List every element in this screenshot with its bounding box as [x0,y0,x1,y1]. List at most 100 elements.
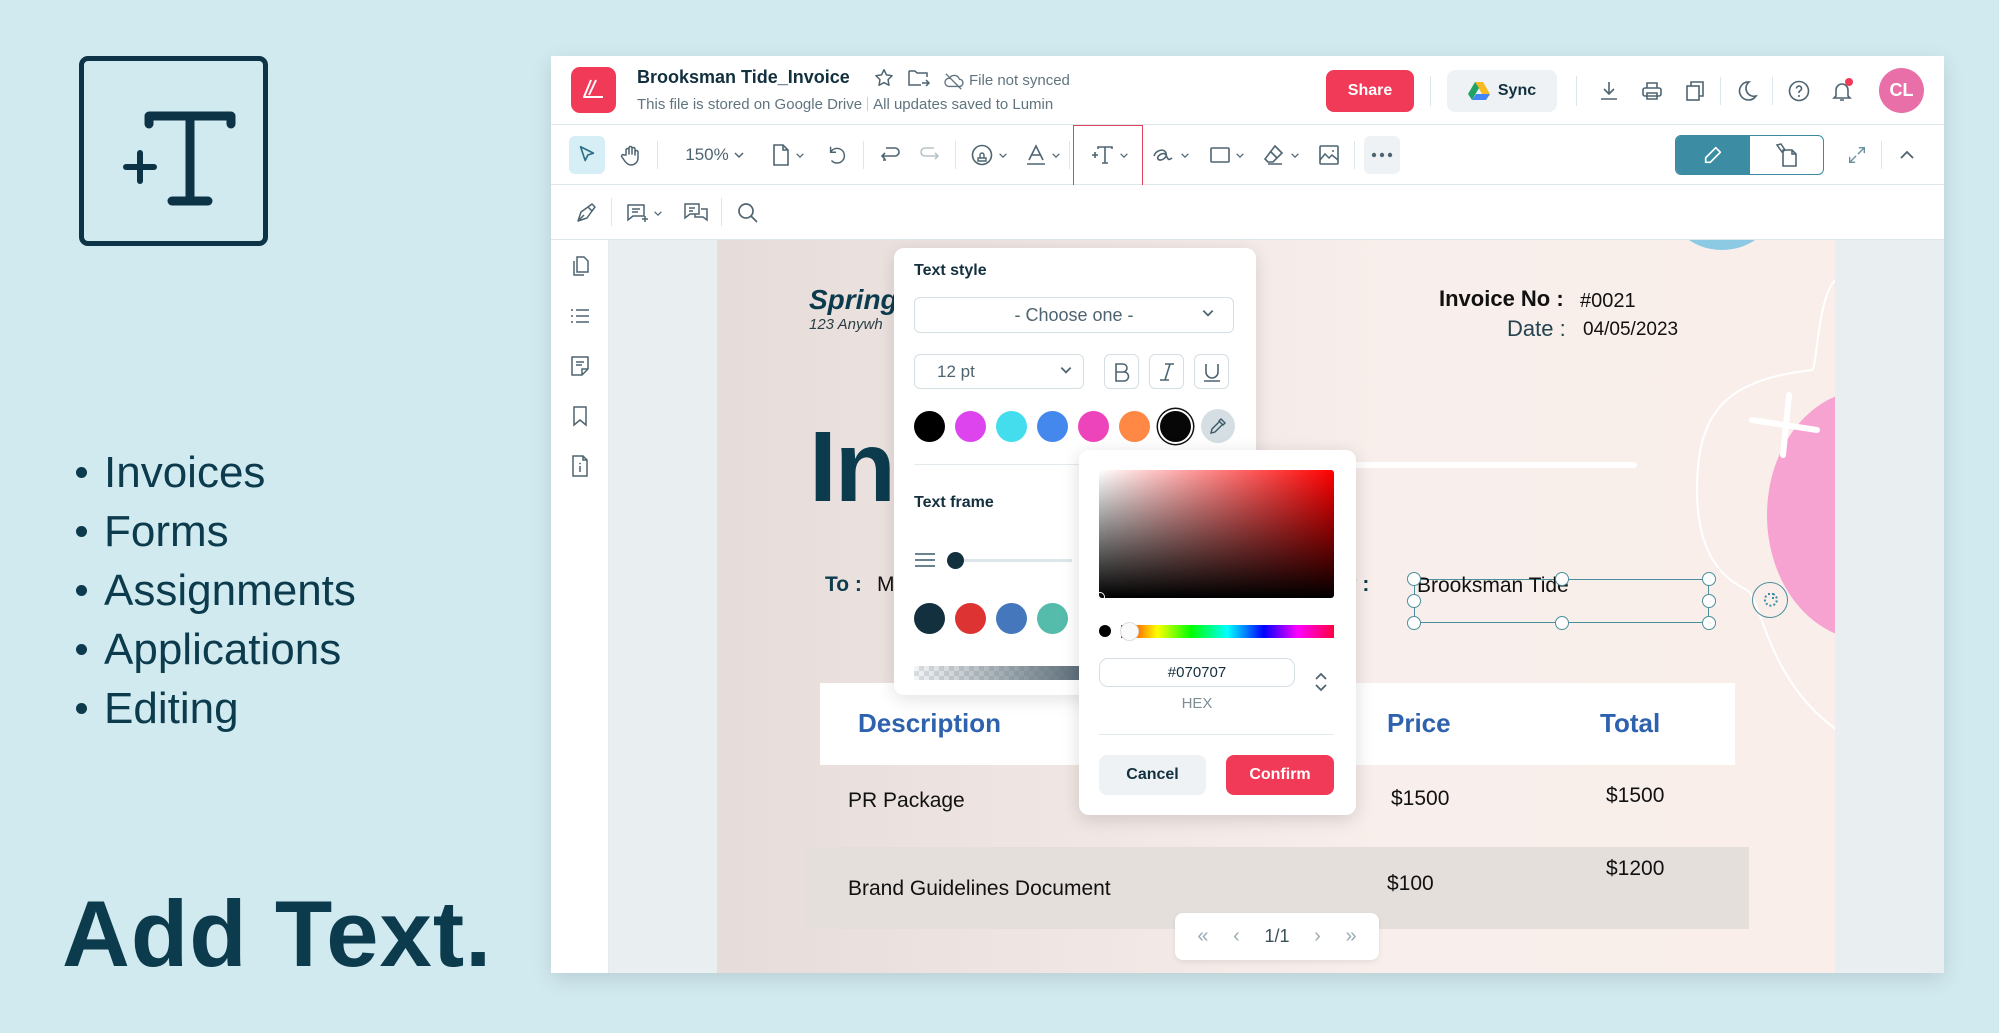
frame-color-swatch[interactable] [914,603,945,634]
resize-handle[interactable] [1555,572,1569,586]
color-swatch[interactable] [1119,411,1150,442]
collapse-toolbar-button[interactable] [1891,136,1923,174]
color-mode-label: HEX [1181,695,1213,712]
color-swatch[interactable] [1037,411,1068,442]
zoom-dropdown[interactable]: 150% [677,136,753,174]
font-size-select[interactable]: 12 pt [914,354,1084,389]
print-icon[interactable] [1634,73,1670,109]
undo-button[interactable] [873,136,907,174]
frame-thickness-slider[interactable] [947,552,964,569]
rotate-button[interactable] [821,136,853,174]
saturation-value-area[interactable] [1095,470,1334,602]
color-swatch[interactable] [996,411,1027,442]
chevron-down-icon [1291,152,1299,158]
text-box-content[interactable]: Brooksman Tide [1417,574,1569,598]
star-icon[interactable] [873,67,895,94]
file-info-icon[interactable] [568,454,592,478]
text-style-select[interactable]: - Choose one - [914,297,1234,333]
more-tools-button[interactable] [1364,136,1400,174]
confirm-button[interactable]: Confirm [1226,755,1334,795]
frame-thickness-track[interactable] [952,559,1072,562]
resize-handle[interactable] [1407,594,1421,608]
text-box-selected[interactable]: Brooksman Tide [1407,572,1716,630]
edit-mode-button[interactable] [1676,136,1750,174]
sign-tool[interactable] [569,194,603,232]
eraser-tool[interactable] [1259,136,1303,174]
eyedropper-icon [1210,418,1226,434]
color-swatch[interactable] [955,411,986,442]
select-tool[interactable] [569,136,605,174]
hue-slider-thumb[interactable] [1120,622,1139,641]
pan-tool[interactable] [613,136,649,174]
redo-button[interactable] [913,136,947,174]
share-button[interactable]: Share [1326,70,1414,112]
frame-color-swatch[interactable] [996,603,1027,634]
comments-panel-button[interactable] [679,194,713,232]
to-label: To : [825,573,862,596]
edit-document-mode-button[interactable] [1750,136,1824,174]
download-icon[interactable] [1591,73,1627,109]
shape-tool[interactable] [1205,136,1249,174]
resize-handle[interactable] [1407,616,1421,630]
color-cursor[interactable] [1095,592,1105,602]
underline-button[interactable] [1194,354,1229,389]
italic-button[interactable] [1149,354,1184,389]
color-swatch[interactable] [1160,411,1191,442]
cancel-button[interactable]: Cancel [1099,755,1206,795]
bell-icon[interactable] [1824,73,1860,109]
dark-mode-icon[interactable] [1729,73,1765,109]
outline-icon[interactable] [568,304,592,328]
row-description: PR Package [848,789,965,812]
first-page-button[interactable]: « [1197,925,1208,948]
pages-icon[interactable] [568,254,592,278]
copy-icon[interactable] [1677,73,1713,109]
image-tool[interactable] [1313,136,1345,174]
chevron-down-icon [796,152,804,158]
hand-icon [620,145,639,166]
divider [1069,141,1070,169]
add-text-tool[interactable] [1081,136,1137,174]
eyedropper-button[interactable] [1201,409,1235,443]
hue-slider[interactable] [1121,625,1334,638]
text-color-tool[interactable] [1021,136,1065,174]
avatar[interactable]: CL [1879,68,1924,113]
bold-button[interactable] [1104,354,1139,389]
resize-handle[interactable] [1702,616,1716,630]
previous-page-button[interactable]: ‹ [1233,925,1240,948]
color-swatch[interactable] [1078,411,1109,442]
search-button[interactable] [731,194,765,232]
frame-color-swatch[interactable] [1037,603,1068,634]
frame-opacity-slider[interactable] [914,666,1084,680]
bookmark-icon[interactable] [568,404,592,428]
color-swatch[interactable] [914,411,945,442]
resize-handle[interactable] [1702,572,1716,586]
expand-icon [1848,146,1866,164]
next-page-button[interactable]: › [1314,925,1321,948]
resize-handle[interactable] [1555,616,1569,630]
move-folder-icon[interactable] [907,67,931,94]
sync-button[interactable]: Sync [1447,70,1557,112]
frame-color-swatch[interactable] [955,603,986,634]
notes-icon[interactable] [568,354,592,378]
edit-document-icon [1775,143,1798,167]
fullscreen-button[interactable] [1841,136,1873,174]
help-icon[interactable] [1781,73,1817,109]
rotate-handle[interactable] [1752,582,1788,618]
hex-input[interactable] [1099,658,1295,687]
add-comment-tool[interactable] [621,194,667,232]
lumin-logo[interactable] [571,67,616,113]
resize-handle[interactable] [1702,594,1716,608]
divider [1881,141,1882,169]
stamp-tool[interactable] [965,136,1013,174]
page-tool[interactable] [765,136,811,174]
company-name: Spring [809,284,898,315]
feature-list: Invoices Forms Assignments Applications … [72,443,356,738]
color-mode-stepper[interactable] [1314,672,1328,692]
page-indicator: 1/1 [1264,926,1290,946]
signature-tool[interactable] [1149,136,1193,174]
text-frame-heading: Text frame [914,494,994,511]
document-title[interactable]: Brooksman Tide_Invoice [637,67,850,88]
resize-handle[interactable] [1407,572,1421,586]
last-page-button[interactable]: » [1346,925,1357,948]
cloud-off-icon [944,72,964,90]
